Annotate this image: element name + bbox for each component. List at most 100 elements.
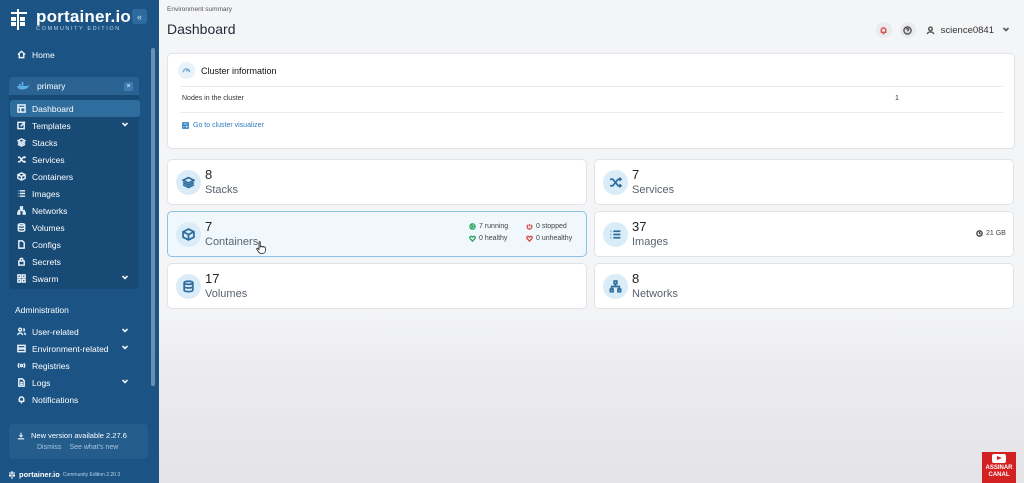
network-icon: [603, 274, 628, 299]
healthy-status: 0 healthy: [469, 235, 507, 242]
sidebar-item-label: Images: [32, 188, 60, 199]
chevron-down-icon: [121, 120, 130, 129]
close-environment-button[interactable]: ×: [124, 82, 133, 91]
divider: [180, 112, 1003, 113]
portainer-mini-icon: [9, 470, 15, 479]
shuffle-icon: [16, 155, 26, 165]
sidebar-item-notifications[interactable]: Notifications: [10, 391, 140, 408]
sidebar-scrollbar[interactable]: [151, 48, 155, 386]
sidebar-item-label: Notifications: [32, 394, 79, 405]
sidebar-item-services[interactable]: Services: [10, 151, 140, 168]
containers-card[interactable]: 7 Containers 7 running 0 stopped 0 healt…: [167, 211, 587, 257]
youtube-play-icon: [992, 454, 1006, 463]
chevron-down-icon: [994, 25, 1010, 36]
list-icon: [603, 222, 628, 247]
sidebar-item-label: Stacks: [32, 137, 58, 148]
running-icon: [469, 223, 476, 230]
sidebar-item-home[interactable]: Home: [10, 46, 140, 63]
lock-icon: [16, 257, 26, 267]
visualizer-link-text: Go to cluster visualizer: [193, 122, 264, 129]
sidebar-item-registries[interactable]: Registries: [10, 357, 140, 374]
sidebar-item-logs[interactable]: Logs: [10, 374, 140, 391]
volumes-label: Volumes: [205, 288, 248, 300]
database-icon: [16, 223, 26, 233]
sidebar-item-label: Swarm: [32, 273, 59, 284]
networks-card[interactable]: 8 Networks: [594, 263, 1014, 309]
environment-header[interactable]: primary ×: [9, 77, 139, 95]
services-label: Services: [632, 184, 675, 196]
nodes-value: 1: [895, 95, 899, 102]
help-button[interactable]: [899, 22, 916, 38]
portainer-logo[interactable]: portainer.io COMMUNITY EDITION: [8, 7, 131, 33]
whats-new-link[interactable]: See what's new: [69, 444, 118, 451]
sidebar: portainer.io COMMUNITY EDITION « Home pr…: [0, 0, 159, 483]
page-title: Dashboard: [167, 21, 236, 37]
box-icon: [176, 222, 201, 247]
subscribe-line1: ASSINAR: [985, 465, 1013, 471]
running-count: 7 running: [479, 223, 509, 230]
volumes-card[interactable]: 17 Volumes: [167, 263, 587, 309]
subscribe-channel-badge[interactable]: ASSINAR CANAL: [982, 452, 1016, 483]
cluster-title: Cluster information: [201, 65, 277, 76]
sidebar-item-volumes[interactable]: Volumes: [10, 219, 140, 236]
notification-bell-button[interactable]: [875, 22, 892, 38]
sidebar-item-label: Dashboard: [32, 103, 74, 114]
topbar: science0841: [868, 22, 1010, 38]
sidebar-item-label: User-related: [32, 326, 79, 337]
sidebar-item-environment-related[interactable]: Environment-related: [10, 340, 140, 357]
database-icon: [176, 274, 201, 299]
heart-icon: [469, 235, 476, 242]
update-text: New version available 2.27.6: [31, 431, 127, 440]
collapse-sidebar-button[interactable]: «: [132, 9, 147, 24]
sidebar-item-stacks[interactable]: Stacks: [10, 134, 140, 151]
sidebar-item-containers[interactable]: Containers: [10, 168, 140, 185]
main-content: Environment summary Dashboard science084…: [159, 0, 1024, 483]
brand-name: portainer.io: [36, 6, 131, 26]
help-icon: [903, 25, 912, 35]
chevron-down-icon: [121, 377, 130, 386]
sidebar-item-secrets[interactable]: Secrets: [10, 253, 140, 270]
cluster-visualizer-link[interactable]: Go to cluster visualizer: [182, 122, 264, 129]
containers-label: Containers: [205, 236, 259, 248]
chevron-down-icon: [121, 326, 130, 335]
user-menu[interactable]: science0841: [926, 25, 1010, 36]
sidebar-item-label: Services: [32, 154, 65, 165]
dismiss-link[interactable]: Dismiss: [37, 444, 62, 451]
subscribe-line2: CANAL: [988, 471, 1010, 478]
services-card[interactable]: 7 Services: [594, 159, 1014, 205]
brand-edition: COMMUNITY EDITION: [36, 25, 121, 32]
environment-name: primary: [37, 81, 66, 91]
sidebar-item-label: Secrets: [32, 256, 61, 267]
unhealthy-status: 0 unhealthy: [526, 235, 572, 242]
sidebar-item-networks[interactable]: Networks: [10, 202, 140, 219]
sidebar-item-label: Home: [32, 49, 55, 60]
stacks-count: 8: [205, 167, 213, 182]
stacks-label: Stacks: [205, 184, 239, 196]
file-icon: [16, 240, 26, 250]
hand-cursor-icon: [256, 241, 266, 254]
images-size: 21 GB: [976, 230, 1006, 237]
divider: [180, 86, 1003, 87]
heart-off-icon: [526, 235, 533, 242]
stacks-card[interactable]: 8 Stacks: [167, 159, 587, 205]
grid-icon: [16, 274, 26, 284]
sidebar-item-templates[interactable]: Templates: [10, 117, 140, 134]
sidebar-item-label: Logs: [32, 377, 51, 388]
sidebar-item-label: Templates: [32, 120, 71, 131]
images-count: 37: [632, 219, 647, 234]
sidebar-item-swarm[interactable]: Swarm: [10, 270, 140, 287]
sidebar-item-label: Volumes: [32, 222, 65, 233]
list-icon: [16, 189, 26, 199]
breadcrumb: Environment summary: [167, 6, 233, 13]
images-size-value: 21 GB: [986, 230, 1006, 237]
visualizer-icon: [182, 122, 189, 129]
sidebar-item-images[interactable]: Images: [10, 185, 140, 202]
sidebar-item-user-related[interactable]: User-related: [10, 323, 140, 340]
containers-count: 7: [205, 219, 213, 234]
file-text-icon: [16, 378, 26, 388]
images-card[interactable]: 37 Images 21 GB: [594, 211, 1014, 257]
sidebar-item-dashboard[interactable]: Dashboard: [10, 100, 140, 117]
sidebar-item-configs[interactable]: Configs: [10, 236, 140, 253]
chevron-down-icon: [121, 343, 130, 352]
running-status: 7 running: [469, 223, 508, 230]
